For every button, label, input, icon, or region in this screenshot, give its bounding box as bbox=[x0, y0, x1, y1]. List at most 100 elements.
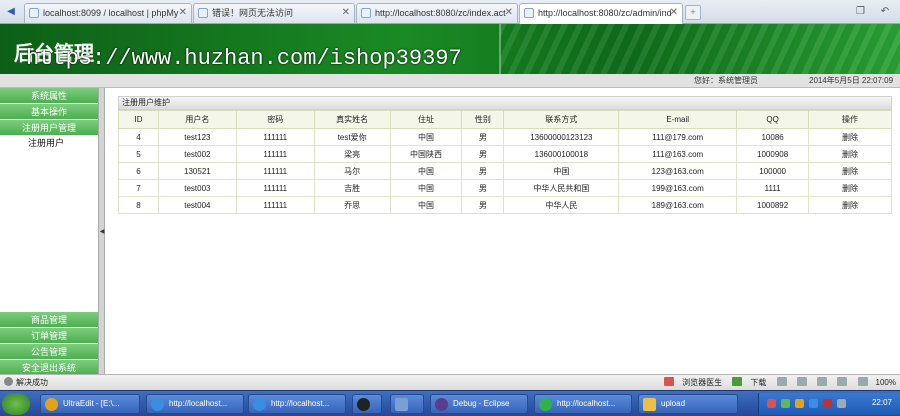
cell-contact: 13600000123123 bbox=[503, 128, 620, 146]
delete-link[interactable]: 删除 bbox=[808, 179, 892, 197]
cell-email: 111@179.com bbox=[618, 128, 738, 146]
column-header: 操作 bbox=[808, 110, 892, 129]
cell-qq: 1000892 bbox=[736, 196, 810, 214]
ultraedit-icon bbox=[45, 398, 58, 411]
cell-username: test123 bbox=[157, 128, 237, 146]
browser-doctor-link[interactable]: 浏览器医生 bbox=[682, 378, 722, 387]
current-datetime: 2014年5月5日 22:07:09 bbox=[809, 76, 894, 85]
column-header: ID bbox=[118, 110, 159, 129]
tray-volume-icon[interactable] bbox=[837, 399, 846, 408]
close-icon[interactable]: ✕ bbox=[342, 4, 350, 22]
tray-network-icon[interactable] bbox=[809, 399, 818, 408]
cell-gender: 男 bbox=[461, 128, 505, 146]
sidebar-menu-user-management[interactable]: 注册用户管理 bbox=[0, 120, 98, 136]
close-icon[interactable]: ✕ bbox=[179, 4, 187, 22]
taskbar-item-qq[interactable] bbox=[352, 394, 382, 414]
cell-qq: 100000 bbox=[736, 162, 810, 180]
tray-chevron-icon[interactable] bbox=[781, 399, 790, 408]
grid-icon[interactable] bbox=[796, 377, 807, 386]
taskbar-item-app[interactable] bbox=[390, 394, 424, 414]
cell-address: 中国 bbox=[389, 196, 463, 214]
windows-taskbar: UltraEdit - [E:\... http://localhost... … bbox=[0, 390, 900, 416]
table-header-row: ID 用户名 密码 真实姓名 住址 性别 联系方式 E-mail QQ 操作 bbox=[118, 110, 892, 129]
cell-address: 中国陕西 bbox=[389, 145, 463, 163]
taskbar-item-browser[interactable]: http://localhost... bbox=[146, 394, 244, 414]
collapse-arrow-icon[interactable]: ◀ bbox=[99, 228, 105, 235]
cell-gender: 男 bbox=[461, 162, 505, 180]
taskbar-item-eclipse[interactable]: Debug - Eclipse bbox=[430, 394, 528, 414]
close-icon[interactable]: ✕ bbox=[670, 4, 678, 22]
column-header: 真实姓名 bbox=[313, 110, 391, 129]
cell-id: 5 bbox=[118, 145, 159, 163]
download-link[interactable]: 下载 bbox=[750, 378, 766, 387]
sidebar-splitter[interactable]: ◀ bbox=[98, 88, 105, 374]
volume-icon[interactable] bbox=[837, 377, 848, 386]
cell-id: 4 bbox=[118, 128, 159, 146]
taskbar-item-browser[interactable]: http://localhost... bbox=[248, 394, 346, 414]
cell-password: 111111 bbox=[235, 145, 315, 163]
computer-icon bbox=[395, 398, 408, 411]
sidebar-menu-basic-operations[interactable]: 基本操作 bbox=[0, 104, 98, 120]
cell-email: 111@163.com bbox=[618, 145, 738, 163]
cell-gender: 男 bbox=[461, 196, 505, 214]
cell-email: 123@163.com bbox=[618, 162, 738, 180]
cell-username: test003 bbox=[157, 179, 237, 197]
watermark-text: https://www.huzhan.com/ishop39397 bbox=[26, 46, 462, 71]
back-arrow-icon[interactable]: ◀ bbox=[4, 5, 18, 19]
taskbar-item-ultraedit[interactable]: UltraEdit - [E:\... bbox=[40, 394, 140, 414]
tab-label: http://localhost:8080/zc/admin/ind bbox=[538, 8, 672, 18]
delete-link[interactable]: 删除 bbox=[808, 162, 892, 180]
tray-app-icon[interactable] bbox=[795, 399, 804, 408]
close-icon[interactable]: ✕ bbox=[505, 4, 513, 22]
zoom-level[interactable]: 100% bbox=[876, 378, 896, 387]
tray-s-icon[interactable] bbox=[767, 399, 776, 408]
cell-gender: 男 bbox=[461, 145, 505, 163]
tray-antivirus-icon[interactable] bbox=[823, 399, 832, 408]
cell-contact: 136000100018 bbox=[503, 145, 620, 163]
delete-link[interactable]: 删除 bbox=[808, 128, 892, 146]
cell-address: 中国 bbox=[389, 128, 463, 146]
taskbar-item-browser[interactable]: http://localhost... bbox=[534, 394, 632, 414]
browser-tab[interactable]: 错误！网页无法访问 ✕ bbox=[193, 3, 355, 23]
page-icon bbox=[29, 8, 39, 18]
column-header: 密码 bbox=[235, 110, 315, 129]
new-tab-button[interactable]: + bbox=[685, 5, 701, 20]
page-icon bbox=[361, 8, 371, 18]
cell-realname: 马尔 bbox=[313, 162, 391, 180]
browser-tab[interactable]: http://localhost:8080/zc/index.act ✕ bbox=[356, 3, 518, 23]
qq-penguin-icon bbox=[357, 398, 370, 411]
browser-doctor-icon[interactable] bbox=[664, 377, 675, 386]
cell-gender: 男 bbox=[461, 179, 505, 197]
cell-qq: 1000908 bbox=[736, 145, 810, 163]
ie-icon bbox=[151, 398, 164, 411]
cell-contact: 中华人民共和国 bbox=[503, 179, 620, 197]
download-icon[interactable] bbox=[732, 377, 743, 386]
users-table: ID 用户名 密码 真实姓名 住址 性别 联系方式 E-mail QQ 操作 4… bbox=[118, 110, 892, 214]
cell-contact: 中华人民 bbox=[503, 196, 620, 214]
delete-link[interactable]: 删除 bbox=[808, 145, 892, 163]
restore-window-icon[interactable]: ❐ bbox=[853, 5, 867, 19]
tab-label: localhost:8099 / localhost | phpMy bbox=[43, 8, 179, 18]
start-button[interactable] bbox=[2, 393, 30, 415]
taskbar-item-upload-folder[interactable]: upload bbox=[638, 394, 738, 414]
sidebar-menu-system-properties[interactable]: 系统属性 bbox=[0, 88, 98, 104]
ie-icon bbox=[253, 398, 266, 411]
sidebar-menu-products[interactable]: 商品管理 bbox=[0, 312, 98, 328]
flag-icon[interactable] bbox=[776, 377, 787, 386]
zoom-icon[interactable] bbox=[857, 377, 868, 386]
sidebar-menu-announcements[interactable]: 公告管理 bbox=[0, 344, 98, 360]
table-row: 7 test003 111111 吉胜 中国 男 中华人民共和国 199@163… bbox=[118, 179, 892, 197]
table-row: 6 130521 111111 马尔 中国 男 中国 123@163.com 1… bbox=[118, 162, 892, 180]
delete-link[interactable]: 删除 bbox=[808, 196, 892, 214]
cell-address: 中国 bbox=[389, 162, 463, 180]
tab-label: 错误！网页无法访问 bbox=[212, 8, 294, 18]
sidebar-item-registered-users[interactable]: 注册用户 bbox=[0, 136, 98, 150]
sidebar-menu-orders[interactable]: 订单管理 bbox=[0, 328, 98, 344]
shield-icon[interactable] bbox=[817, 377, 828, 386]
breadcrumb: 注册用户维护 bbox=[118, 96, 892, 110]
browser-tab[interactable]: localhost:8099 / localhost | phpMy ✕ bbox=[24, 3, 192, 23]
table-row: 4 test123 111111 test爱你 中国 男 13600000123… bbox=[118, 128, 892, 146]
undo-arrow-icon[interactable]: ↶ bbox=[878, 5, 892, 19]
table-row: 5 test002 111111 梁亮 中国陕西 男 136000100018 … bbox=[118, 145, 892, 163]
browser-tab-active[interactable]: http://localhost:8080/zc/admin/ind ✕ bbox=[519, 3, 683, 24]
